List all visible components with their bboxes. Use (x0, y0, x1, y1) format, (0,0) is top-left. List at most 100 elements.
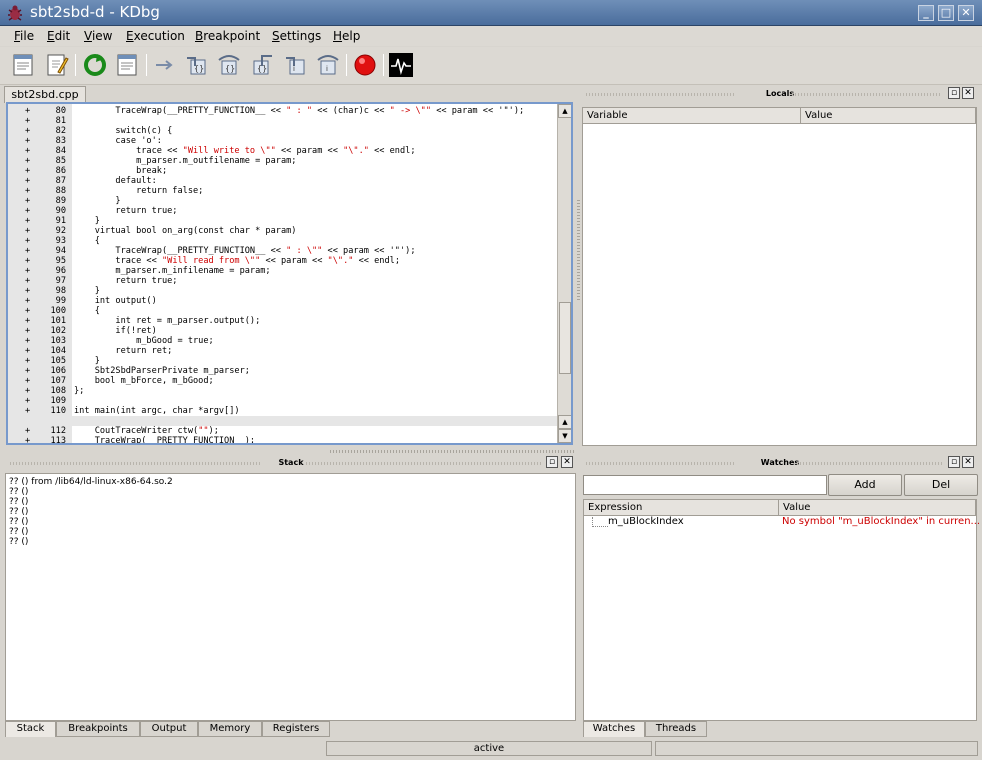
step-into-instr-icon[interactable]: i (282, 52, 308, 78)
code-line[interactable]: +113 TraceWrap(__PRETTY_FUNCTION__); (8, 436, 558, 443)
code-line[interactable]: +95 trace << "Will read from \"" << para… (8, 256, 558, 266)
stack-frame-row[interactable]: ?? () (9, 517, 28, 527)
executable-icon[interactable] (10, 52, 36, 78)
menu-settings[interactable]: Settings (272, 29, 321, 43)
code-line[interactable]: +86 break; (8, 166, 558, 176)
code-line[interactable]: +109 (8, 396, 558, 406)
expand-marker[interactable]: + (25, 296, 30, 306)
watch-row-expression[interactable]: m_uBlockIndex (608, 516, 684, 527)
vertical-splitter[interactable] (577, 200, 580, 300)
editor-vertical-scrollbar[interactable]: ▲ ▲ ▼ (557, 104, 571, 443)
stack-frame-row[interactable]: ?? () (9, 487, 28, 497)
stack-frame-row[interactable]: ?? () (9, 527, 28, 537)
expand-marker[interactable]: + (25, 396, 30, 406)
code-line[interactable]: +104 return ret; (8, 346, 558, 356)
code-line[interactable]: +107 bool m_bForce, m_bGood; (8, 376, 558, 386)
expand-marker[interactable]: + (25, 306, 30, 316)
undock-locals-button[interactable]: ▫ (948, 87, 960, 99)
code-line[interactable]: +105 } (8, 356, 558, 366)
code-line[interactable]: +92 virtual bool on_arg(const char * par… (8, 226, 558, 236)
tab-watches[interactable]: Watches (583, 721, 645, 737)
maximize-button[interactable]: □ (938, 5, 954, 21)
scroll-down-button[interactable]: ▼ (558, 429, 571, 443)
expand-marker[interactable]: + (25, 116, 30, 126)
source-editor[interactable]: +80 TraceWrap(__PRETTY_FUNCTION__ << " :… (6, 102, 573, 445)
code-line[interactable]: +90 return true; (8, 206, 558, 216)
code-line[interactable]: +87 default: (8, 176, 558, 186)
scroll-up-button-lower[interactable]: ▲ (558, 415, 571, 429)
code-line[interactable]: +94 TraceWrap(__PRETTY_FUNCTION__ << " :… (8, 246, 558, 256)
menu-file[interactable]: File (14, 29, 34, 43)
expand-marker[interactable]: + (25, 276, 30, 286)
close-stack-button[interactable]: ✕ (561, 456, 573, 468)
expand-marker[interactable]: + (25, 186, 30, 196)
step-over-instr-icon[interactable]: i (315, 52, 341, 78)
expand-marker[interactable]: + (25, 346, 30, 356)
stack-frame-row[interactable]: ?? () from /lib64/ld-linux-x86-64.so.2 (9, 477, 173, 487)
edit-icon[interactable] (44, 52, 70, 78)
expand-marker[interactable]: + (25, 266, 30, 276)
code-line[interactable]: +93 { (8, 236, 558, 246)
code-area[interactable]: +80 TraceWrap(__PRETTY_FUNCTION__ << " :… (8, 106, 558, 443)
expand-marker[interactable]: + (25, 406, 30, 416)
stack-frame-row[interactable]: ?? () (9, 497, 28, 507)
step-out-icon[interactable]: {} (250, 52, 276, 78)
tab-breakpoints[interactable]: Breakpoints (56, 721, 140, 737)
tab-registers[interactable]: Registers (262, 721, 330, 737)
expand-marker[interactable]: + (25, 176, 30, 186)
scroll-up-button[interactable]: ▲ (558, 104, 571, 118)
close-button[interactable]: ✕ (958, 5, 974, 21)
expand-marker[interactable]: + (25, 256, 30, 266)
expand-marker[interactable]: + (25, 336, 30, 346)
watches-panel[interactable]: Expression Value m_uBlockIndex No symbol… (583, 499, 980, 721)
expand-marker[interactable]: + (25, 126, 30, 136)
code-line[interactable]: +110 int main(int argc, char *argv[]) (8, 406, 558, 416)
tab-output[interactable]: Output (140, 721, 198, 737)
expand-marker[interactable]: + (25, 386, 30, 396)
undock-watches-button[interactable]: ▫ (948, 456, 960, 468)
expand-marker[interactable]: + (25, 106, 30, 116)
code-line[interactable]: +112 CoutTraceWriter ctw(""); (8, 426, 558, 436)
code-line[interactable]: +81 (8, 116, 558, 126)
tab-sbt2sbd-cpp[interactable]: sbt2sbd.cpp (4, 86, 86, 103)
del-watch-button[interactable]: Del (904, 474, 978, 496)
code-line[interactable]: +83 case 'o': (8, 136, 558, 146)
close-locals-button[interactable]: ✕ (962, 87, 974, 99)
code-line[interactable]: +89 } (8, 196, 558, 206)
memory-graph-icon[interactable] (388, 52, 414, 78)
locals-col-variable[interactable]: Variable (583, 108, 801, 124)
watches-col-value[interactable]: Value (779, 500, 976, 516)
menu-help[interactable]: Help (333, 29, 360, 43)
tab-memory[interactable]: Memory (198, 721, 262, 737)
close-watches-button[interactable]: ✕ (962, 456, 974, 468)
code-line[interactable]: +84 trace << "Will write to \"" << param… (8, 146, 558, 156)
expand-marker[interactable]: + (25, 376, 30, 386)
add-watch-button[interactable]: Add (828, 474, 902, 496)
reload-icon[interactable] (82, 52, 108, 78)
watch-expression-input[interactable] (583, 475, 827, 495)
expand-marker[interactable]: + (25, 216, 30, 226)
undock-stack-button[interactable]: ▫ (546, 456, 558, 468)
expand-marker[interactable]: + (25, 136, 30, 146)
expand-marker[interactable]: + (25, 156, 30, 166)
code-line[interactable]: +98 } (8, 286, 558, 296)
locals-col-value[interactable]: Value (801, 108, 976, 124)
run-to-cursor-icon[interactable] (152, 52, 178, 78)
code-line[interactable]: +103 m_bGood = true; (8, 336, 558, 346)
code-line[interactable]: +100 { (8, 306, 558, 316)
code-line[interactable]: +97 return true; (8, 276, 558, 286)
step-over-icon[interactable]: {} (216, 52, 242, 78)
locals-panel[interactable]: Variable Value (582, 107, 977, 446)
code-line[interactable]: +96 m_parser.m_infilename = param; (8, 266, 558, 276)
menu-execution[interactable]: Execution (126, 29, 185, 43)
expand-marker[interactable]: + (25, 326, 30, 336)
scroll-thumb[interactable] (559, 302, 571, 374)
menu-breakpoint[interactable]: Breakpoint (195, 29, 260, 43)
expand-marker[interactable]: + (25, 426, 30, 436)
code-line[interactable]: +101 int ret = m_parser.output(); (8, 316, 558, 326)
code-line[interactable]: +80 TraceWrap(__PRETTY_FUNCTION__ << " :… (8, 106, 558, 116)
code-line[interactable]: +82 switch(c) { (8, 126, 558, 136)
tab-threads[interactable]: Threads (645, 721, 707, 737)
expand-marker[interactable]: + (25, 366, 30, 376)
expand-marker[interactable]: + (25, 146, 30, 156)
